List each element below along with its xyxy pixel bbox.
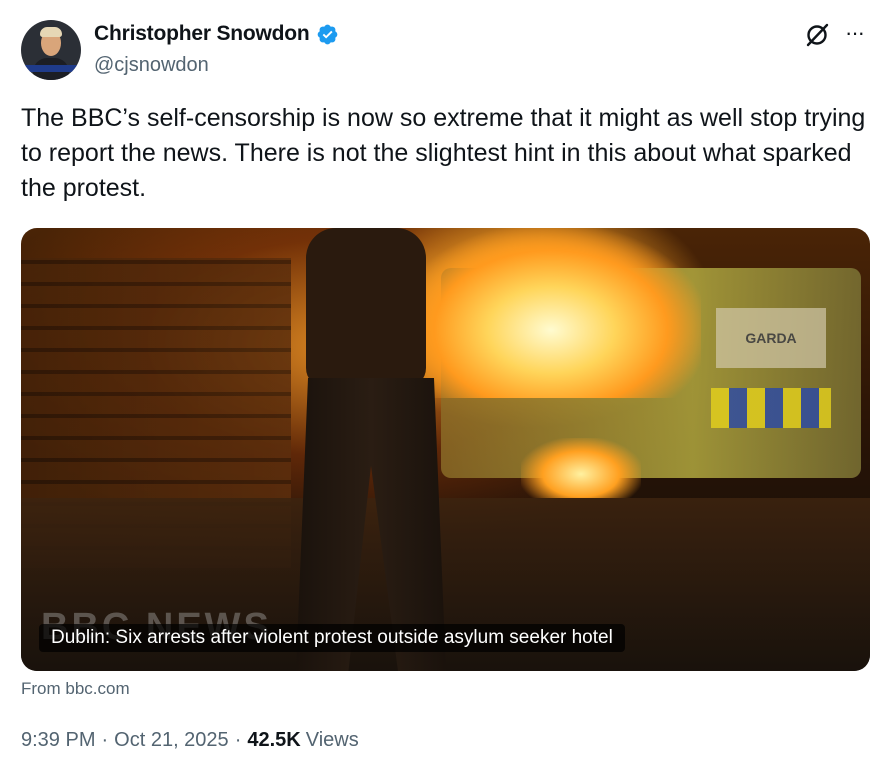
tweet-meta: 9:39 PM · Oct 21, 2025 · 42.5K Views (21, 729, 359, 752)
author-handle[interactable]: @cjsnowdon (94, 54, 209, 77)
views-count: 42.5K (247, 729, 301, 751)
van-label: GARDA (716, 308, 826, 368)
more-options-button[interactable]: ··· (845, 22, 865, 44)
author-name-row: Christopher Snowdon (94, 22, 339, 46)
van-checker-pattern (711, 388, 831, 428)
author-avatar[interactable] (21, 20, 81, 80)
author-display-name[interactable]: Christopher Snowdon (94, 22, 310, 46)
fire-flames-small (521, 438, 641, 498)
link-card-image[interactable]: GARDA BBC NEWS Dublin: Six arrests after… (21, 228, 870, 671)
avatar-hair (40, 27, 62, 37)
link-source[interactable]: From bbc.com (21, 679, 130, 699)
tweet-time[interactable]: 9:39 PM (21, 729, 95, 752)
tweet-text: The BBC’s self-censorship is now so extr… (21, 104, 866, 202)
tweet-date[interactable]: Oct 21, 2025 (114, 729, 229, 752)
person-torso (306, 228, 426, 388)
silhouette-person (296, 228, 461, 671)
avatar-banner (21, 65, 81, 72)
grok-icon[interactable] (804, 22, 830, 48)
meta-separator: · (101, 729, 109, 751)
meta-separator: · (234, 729, 242, 751)
verified-badge-icon[interactable] (316, 23, 339, 46)
link-card-caption: Dublin: Six arrests after violent protes… (39, 624, 625, 652)
views-label: Views (305, 729, 359, 751)
